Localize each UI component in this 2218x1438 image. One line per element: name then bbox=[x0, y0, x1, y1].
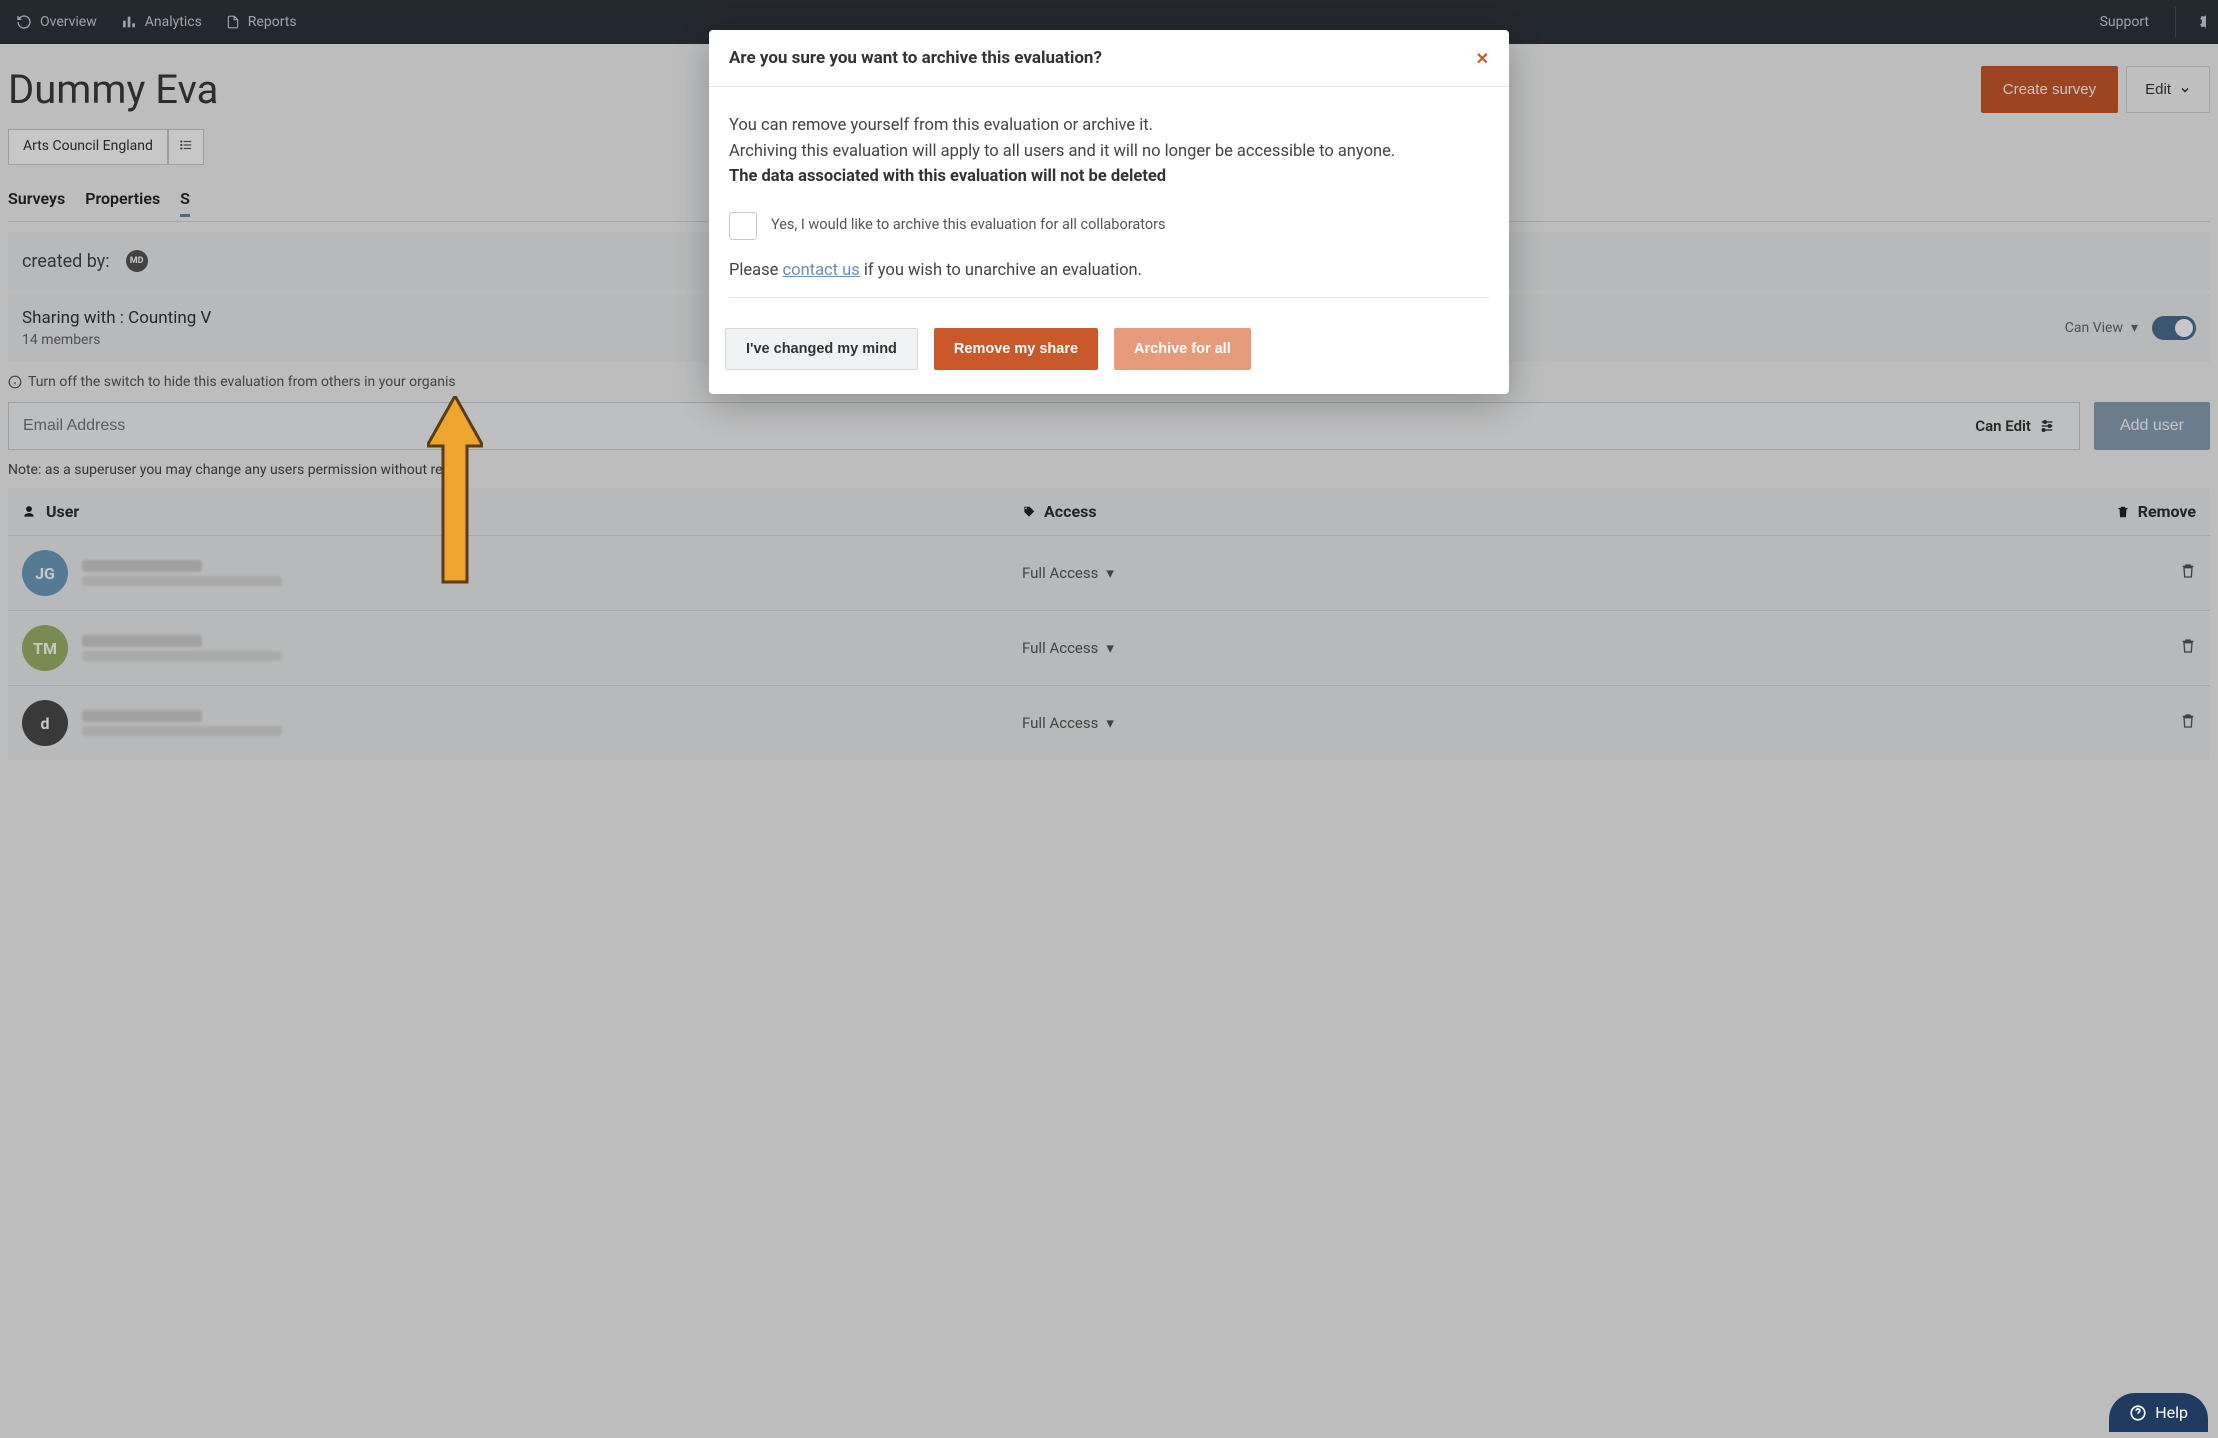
modal-title: Are you sure you want to archive this ev… bbox=[729, 48, 1102, 68]
modal-line1: You can remove yourself from this evalua… bbox=[729, 113, 1489, 139]
archive-modal: Are you sure you want to archive this ev… bbox=[709, 30, 1509, 394]
modal-footer: I've changed my mind Remove my share Arc… bbox=[709, 308, 1509, 394]
modal-separator bbox=[729, 297, 1489, 298]
help-button[interactable]: Help bbox=[2109, 1393, 2208, 1432]
modal-overlay: Are you sure you want to archive this ev… bbox=[0, 0, 2218, 1438]
remove-share-button[interactable]: Remove my share bbox=[934, 328, 1098, 370]
archive-check-label: Yes, I would like to archive this evalua… bbox=[771, 214, 1166, 236]
archive-checkbox[interactable] bbox=[729, 212, 757, 240]
archive-check-row: Yes, I would like to archive this evalua… bbox=[729, 212, 1489, 240]
cancel-button[interactable]: I've changed my mind bbox=[725, 328, 918, 370]
help-icon bbox=[2129, 1404, 2147, 1422]
help-label: Help bbox=[2155, 1403, 2188, 1422]
archive-all-button[interactable]: Archive for all bbox=[1114, 328, 1251, 370]
contact-post: if you wish to unarchive an evaluation. bbox=[860, 261, 1142, 280]
modal-header: Are you sure you want to archive this ev… bbox=[709, 30, 1509, 87]
modal-line2: Archiving this evaluation will apply to … bbox=[729, 139, 1489, 165]
close-icon[interactable]: ✕ bbox=[1476, 49, 1489, 68]
contact-pre: Please bbox=[729, 261, 783, 280]
modal-body: You can remove yourself from this evalua… bbox=[709, 87, 1509, 308]
contact-link[interactable]: contact us bbox=[783, 261, 860, 280]
contact-line: Please contact us if you wish to unarchi… bbox=[729, 258, 1489, 284]
modal-line3: The data associated with this evaluation… bbox=[729, 167, 1166, 186]
